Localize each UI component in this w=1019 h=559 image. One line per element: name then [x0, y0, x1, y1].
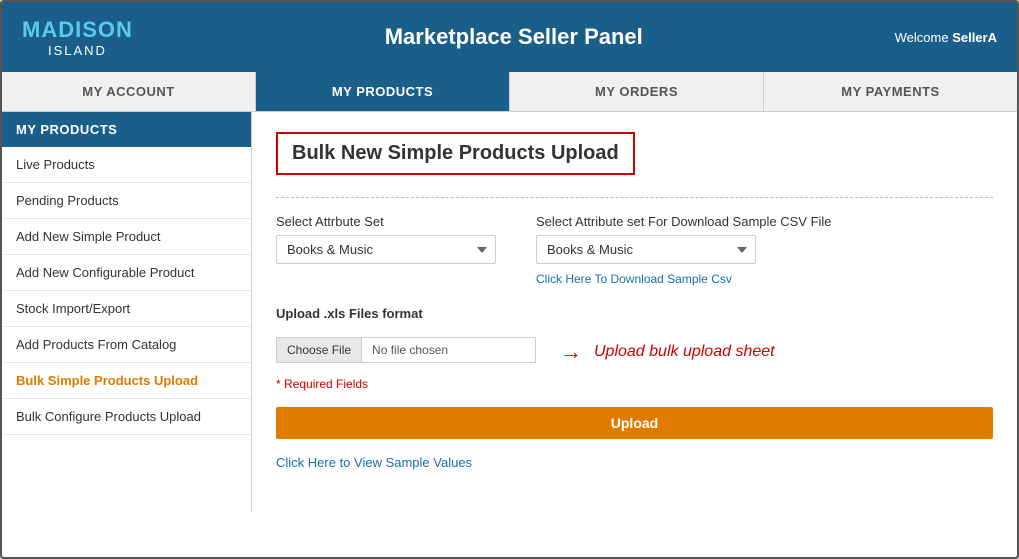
- tab-my-orders[interactable]: MY ORDERS: [510, 72, 764, 111]
- sidebar-item-live-products[interactable]: Live Products: [2, 147, 251, 183]
- content-area: MY PRODUCTS Live Products Pending Produc…: [2, 112, 1017, 512]
- required-fields-text: * Required Fields: [276, 377, 993, 391]
- sidebar: MY PRODUCTS Live Products Pending Produc…: [2, 112, 252, 512]
- header-welcome: Welcome SellerA: [895, 30, 997, 45]
- sidebar-item-stock-import-export[interactable]: Stock Import/Export: [2, 291, 251, 327]
- choose-file-button[interactable]: Choose File: [277, 338, 362, 362]
- sidebar-item-bulk-configure-upload[interactable]: Bulk Configure Products Upload: [2, 399, 251, 435]
- attribute-set-label: Select Attrbute Set: [276, 214, 496, 229]
- tab-my-products[interactable]: MY PRODUCTS: [256, 72, 510, 111]
- sidebar-item-bulk-simple-upload[interactable]: Bulk Simple Products Upload: [2, 363, 251, 399]
- sidebar-item-add-products-catalog[interactable]: Add Products From Catalog: [2, 327, 251, 363]
- sidebar-item-add-new-configurable[interactable]: Add New Configurable Product: [2, 255, 251, 291]
- file-input-row: Choose File No file chosen: [276, 337, 536, 363]
- header-title: Marketplace Seller Panel: [133, 24, 895, 50]
- arrow-icon: →: [560, 339, 582, 365]
- upload-section-label: Upload .xls Files format: [276, 306, 993, 321]
- tab-my-account[interactable]: MY ACCOUNT: [2, 72, 256, 111]
- logo: MADISON ISLAND: [22, 17, 133, 58]
- sample-values-link[interactable]: Click Here to View Sample Values: [276, 455, 472, 470]
- sidebar-item-add-new-simple[interactable]: Add New Simple Product: [2, 219, 251, 255]
- page-title: Bulk New Simple Products Upload: [292, 142, 619, 165]
- upload-section: Upload .xls Files format Choose File No …: [276, 306, 993, 439]
- annotation-area: → Upload bulk upload sheet: [552, 339, 775, 365]
- upload-button[interactable]: Upload: [276, 407, 993, 439]
- divider: [276, 197, 993, 198]
- sidebar-item-pending-products[interactable]: Pending Products: [2, 183, 251, 219]
- logo-island: ISLAND: [48, 43, 107, 58]
- sidebar-header: MY PRODUCTS: [2, 112, 251, 147]
- tab-my-payments[interactable]: MY PAYMENTS: [764, 72, 1017, 111]
- main-content: Bulk New Simple Products Upload Select A…: [252, 112, 1017, 512]
- download-csv-link[interactable]: Click Here To Download Sample Csv: [536, 272, 832, 286]
- welcome-prefix: Welcome: [895, 30, 953, 45]
- form-row: Select Attrbute Set Books & Music Electr…: [276, 214, 993, 286]
- welcome-user: SellerA: [952, 30, 997, 45]
- attribute-set-select[interactable]: Books & Music Electronics Clothing Defau…: [276, 235, 496, 264]
- download-set-select[interactable]: Books & Music Electronics Clothing Defau…: [536, 235, 756, 264]
- page-title-box: Bulk New Simple Products Upload: [276, 132, 635, 175]
- logo-madison: MADISON: [22, 17, 133, 43]
- file-chosen-text: No file chosen: [362, 338, 535, 362]
- app-wrapper: MADISON ISLAND Marketplace Seller Panel …: [0, 0, 1019, 559]
- download-set-group: Select Attribute set For Download Sample…: [536, 214, 832, 286]
- nav-tabs: MY ACCOUNT MY PRODUCTS MY ORDERS MY PAYM…: [2, 72, 1017, 112]
- app-header: MADISON ISLAND Marketplace Seller Panel …: [2, 2, 1017, 72]
- download-set-label: Select Attribute set For Download Sample…: [536, 214, 832, 229]
- attribute-set-group: Select Attrbute Set Books & Music Electr…: [276, 214, 496, 286]
- annotation-text: Upload bulk upload sheet: [594, 343, 775, 361]
